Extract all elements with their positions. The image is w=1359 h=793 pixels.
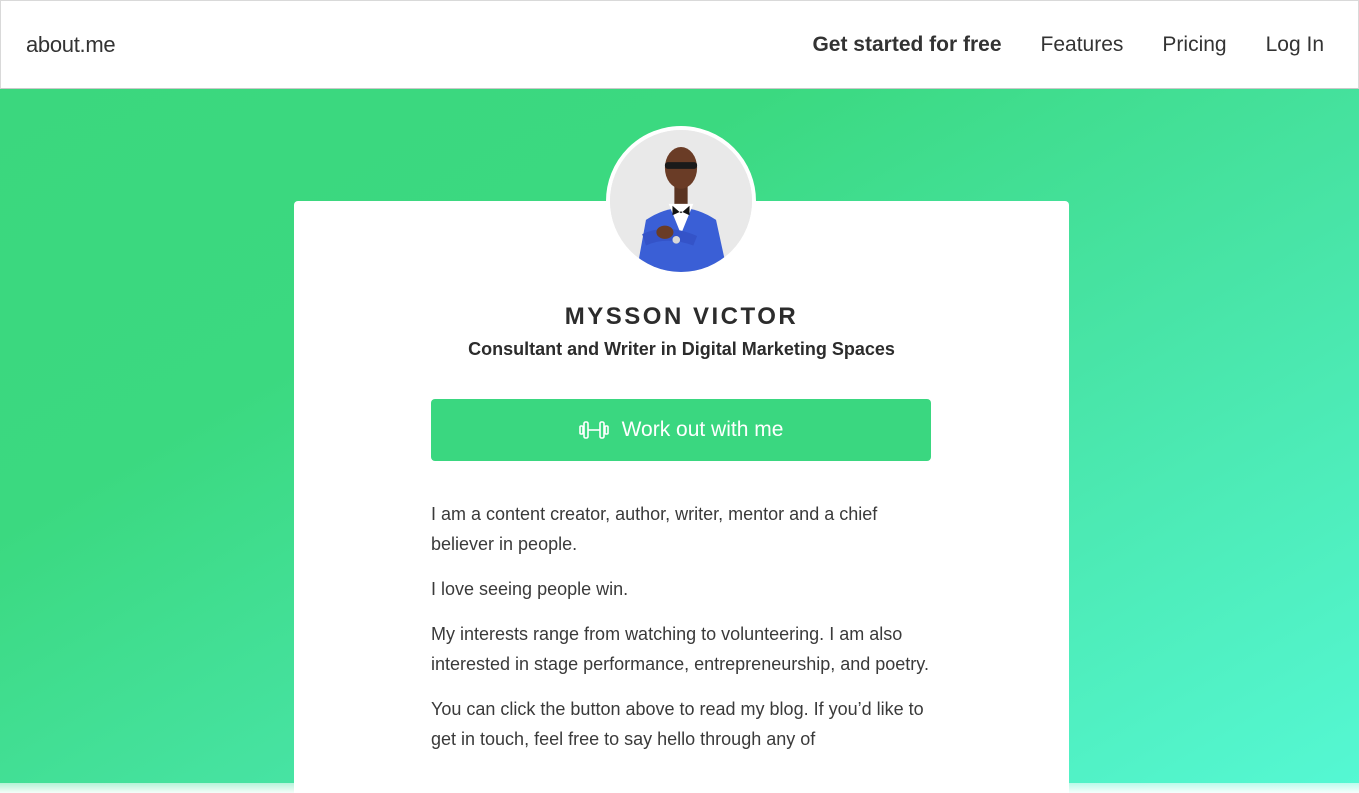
dumbbell-icon: [578, 420, 609, 440]
bio-paragraph: You can click the button above to read m…: [431, 699, 924, 749]
profile-name: MYSSON VICTOR: [564, 303, 799, 330]
about-me-logo[interactable]: about.me: [26, 32, 116, 58]
get-started-link[interactable]: Get started for free: [812, 33, 1001, 57]
features-link[interactable]: Features: [1041, 33, 1124, 57]
pricing-link[interactable]: Pricing: [1162, 33, 1226, 57]
bio-paragraph: My interests range from watching to volu…: [431, 624, 929, 674]
bio-paragraph: I love seeing people win.: [431, 579, 629, 599]
work-out-with-me-button[interactable]: Work out with me: [431, 399, 931, 461]
profile-photo: [610, 130, 752, 272]
bottom-scroll-fade: [0, 783, 1359, 793]
login-link[interactable]: Log In: [1266, 33, 1324, 57]
main-nav: Get started for free Features Pricing Lo…: [812, 33, 1324, 57]
top-navigation-bar: about.me Get started for free Features P…: [0, 0, 1359, 89]
profile-tagline: Consultant and Writer in Digital Marketi…: [468, 339, 895, 359]
bio-paragraph: I am a content creator, author, writer, …: [431, 504, 878, 554]
profile-bio: I am a content creator, author, writer, …: [431, 499, 931, 769]
profile-avatar: [606, 126, 756, 276]
work-out-with-me-label: Work out with me: [621, 418, 784, 441]
